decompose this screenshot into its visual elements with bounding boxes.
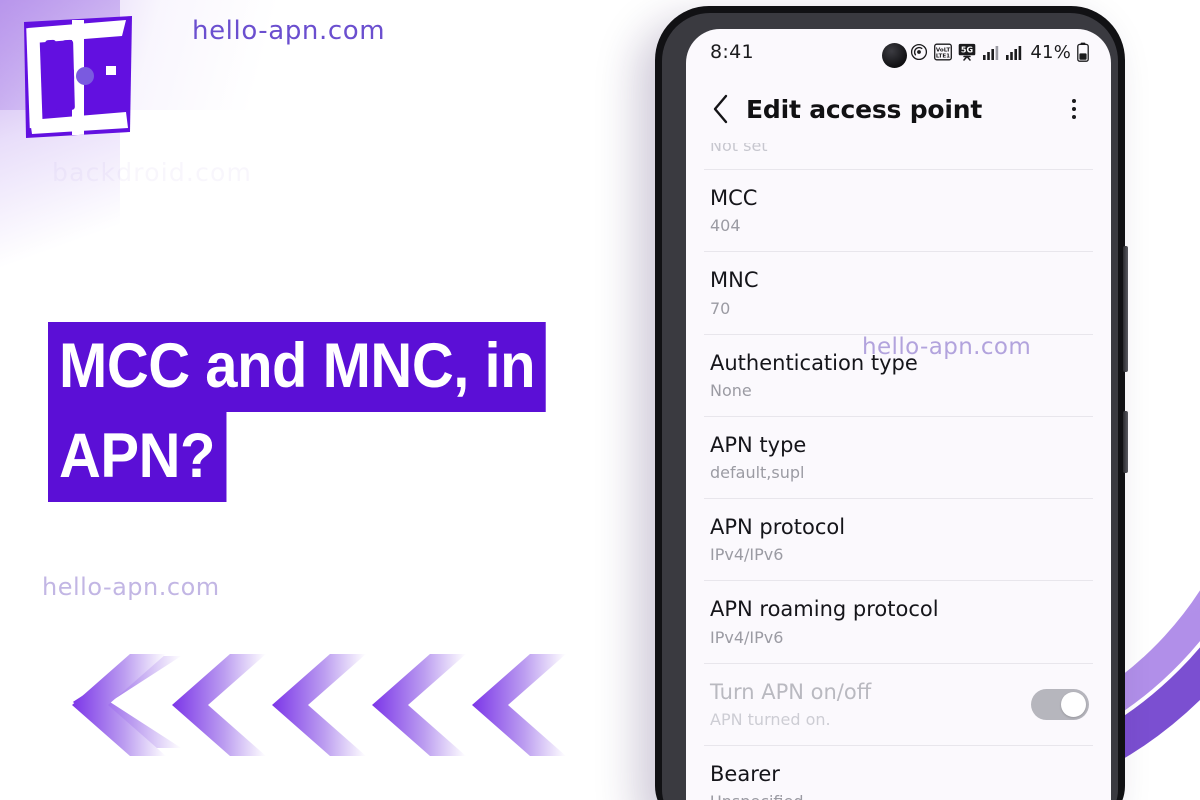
- back-button[interactable]: [700, 93, 742, 125]
- svg-text:VoLT: VoLT: [936, 47, 951, 53]
- row-value: APN turned on.: [710, 709, 831, 729]
- volume-button[interactable]: [1123, 246, 1128, 372]
- status-bar: 8:41 VoLT LTE1 5G 41%: [686, 29, 1111, 75]
- table-row-mnc[interactable]: MNC 70: [686, 251, 1111, 333]
- battery-percent-label: 41%: [1030, 41, 1071, 63]
- status-time: 8:41: [710, 41, 754, 63]
- chevron-left-icon: [713, 94, 728, 124]
- table-row-authentication-type[interactable]: Authentication type None: [686, 333, 1111, 416]
- volte-icon: VoLT LTE1: [934, 43, 953, 61]
- camera-punch-hole-icon: [881, 43, 907, 68]
- row-title: MCC: [710, 186, 758, 210]
- table-row-apn-protocol[interactable]: APN protocol IPv4/IPv6: [686, 498, 1111, 580]
- headline-line-2: APN?: [48, 412, 227, 502]
- hotspot-icon: [911, 43, 928, 61]
- phone-mockup: 8:41 VoLT LTE1 5G 41% Edit access point …: [655, 6, 1128, 800]
- power-button[interactable]: [1123, 411, 1128, 473]
- svg-text:5G: 5G: [961, 45, 973, 54]
- row-value: 70: [710, 298, 731, 318]
- app-bar: Edit access point: [686, 75, 1111, 143]
- row-value: 404: [710, 216, 741, 236]
- signal-bars-sim2-icon: [1006, 45, 1022, 60]
- chevron-group: [56, 650, 576, 760]
- toggle-knob: [1061, 691, 1086, 717]
- table-row-apn-type[interactable]: APN type default,supl: [686, 415, 1111, 498]
- row-title: APN protocol: [710, 515, 846, 539]
- row-value: Not set: [710, 143, 768, 155]
- row-value: default,supl: [710, 463, 805, 482]
- row-title: MNC: [710, 268, 759, 293]
- row-title: Bearer: [710, 761, 780, 786]
- battery-icon: [1077, 42, 1089, 62]
- row-title: Turn APN on/off: [710, 679, 872, 704]
- overflow-menu-button[interactable]: [1057, 99, 1091, 119]
- phone-screen: 8:41 VoLT LTE1 5G 41% Edit access point …: [686, 29, 1111, 800]
- poster-canvas: hello-apn.com backdroid.com MCC and MNC,…: [0, 0, 1200, 800]
- table-row-apn-roaming-protocol[interactable]: APN roaming protocol IPv4/IPv6: [686, 580, 1111, 662]
- faint-watermark: backdroid.com: [52, 158, 253, 187]
- table-row-turn-apn-on-off[interactable]: Turn APN on/off APN turned on.: [686, 662, 1111, 745]
- status-icons: VoLT LTE1 5G 41%: [890, 42, 1089, 63]
- row-value: None: [710, 380, 752, 400]
- brand-url-bottom: hello-apn.com: [42, 573, 220, 601]
- app-bar-title: Edit access point: [746, 94, 983, 124]
- row-title: Authentication type: [710, 350, 918, 375]
- overflow-menu-icon: [1072, 99, 1076, 119]
- row-title: APN roaming protocol: [710, 597, 939, 622]
- table-row-bearer[interactable]: Bearer Unspecified: [686, 744, 1111, 800]
- five-g-icon: 5G: [959, 43, 976, 61]
- table-row[interactable]: Not set: [686, 143, 1111, 169]
- row-value: IPv4/IPv6: [710, 627, 784, 647]
- row-value: IPv4/IPv6: [710, 545, 784, 565]
- svg-text:LTE1: LTE1: [936, 54, 950, 60]
- brand-url-top: hello-apn.com: [192, 16, 386, 46]
- row-title: APN type: [710, 432, 807, 457]
- site-logo: [22, 16, 134, 138]
- signal-bars-sim1-icon: [983, 45, 999, 60]
- headline-line-1: MCC and MNC, in: [48, 322, 547, 412]
- apn-on-off-toggle[interactable]: [1031, 688, 1089, 720]
- settings-list: Not set MCC 404 MNC 70 Authentication ty…: [686, 143, 1111, 800]
- row-value: Unspecified: [710, 792, 1089, 800]
- page-title: MCC and MNC, in APN?: [48, 322, 568, 502]
- phone-bezel: 8:41 VoLT LTE1 5G 41% Edit access point …: [662, 13, 1118, 800]
- table-row-mcc[interactable]: MCC 404: [686, 169, 1111, 251]
